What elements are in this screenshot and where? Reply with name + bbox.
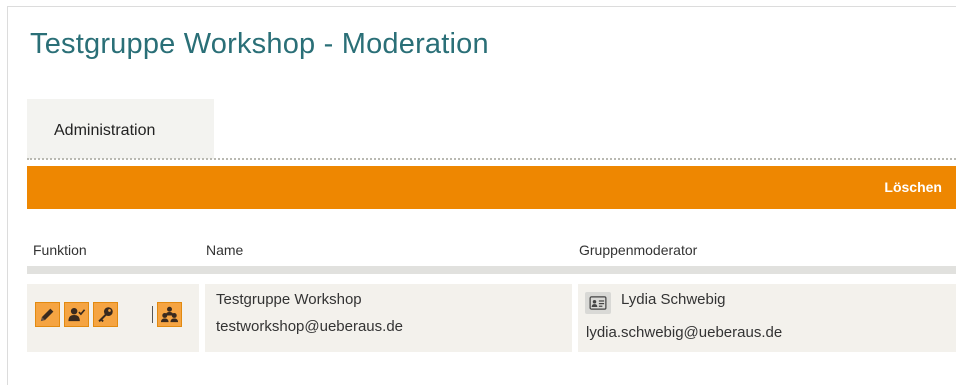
tab-administration[interactable]: Administration	[27, 99, 214, 159]
column-header-function: Funktion	[33, 242, 87, 258]
icon-separator	[152, 306, 153, 323]
moderator-name: Lydia Schwebig	[621, 291, 726, 308]
key-icon[interactable]	[93, 302, 118, 327]
group-icon[interactable]	[157, 302, 182, 327]
header-separator	[27, 266, 956, 274]
page-title: Testgruppe Workshop - Moderation	[30, 28, 489, 60]
member-check-icon[interactable]	[64, 302, 89, 327]
moderator-email: lydia.schwebig@ueberaus.de	[586, 324, 783, 341]
tab-label: Administration	[54, 122, 156, 139]
action-bar: Löschen	[27, 166, 956, 209]
contact-card-icon[interactable]	[585, 292, 611, 314]
column-header-name: Name	[206, 242, 244, 258]
tab-divider	[27, 158, 956, 160]
edit-icon[interactable]	[35, 302, 60, 327]
group-email: testworkshop@ueberaus.de	[216, 318, 404, 335]
delete-button[interactable]: Löschen	[884, 166, 942, 209]
column-header-moderator: Gruppenmoderator	[579, 242, 698, 258]
group-name: Testgruppe Workshop	[216, 291, 362, 308]
